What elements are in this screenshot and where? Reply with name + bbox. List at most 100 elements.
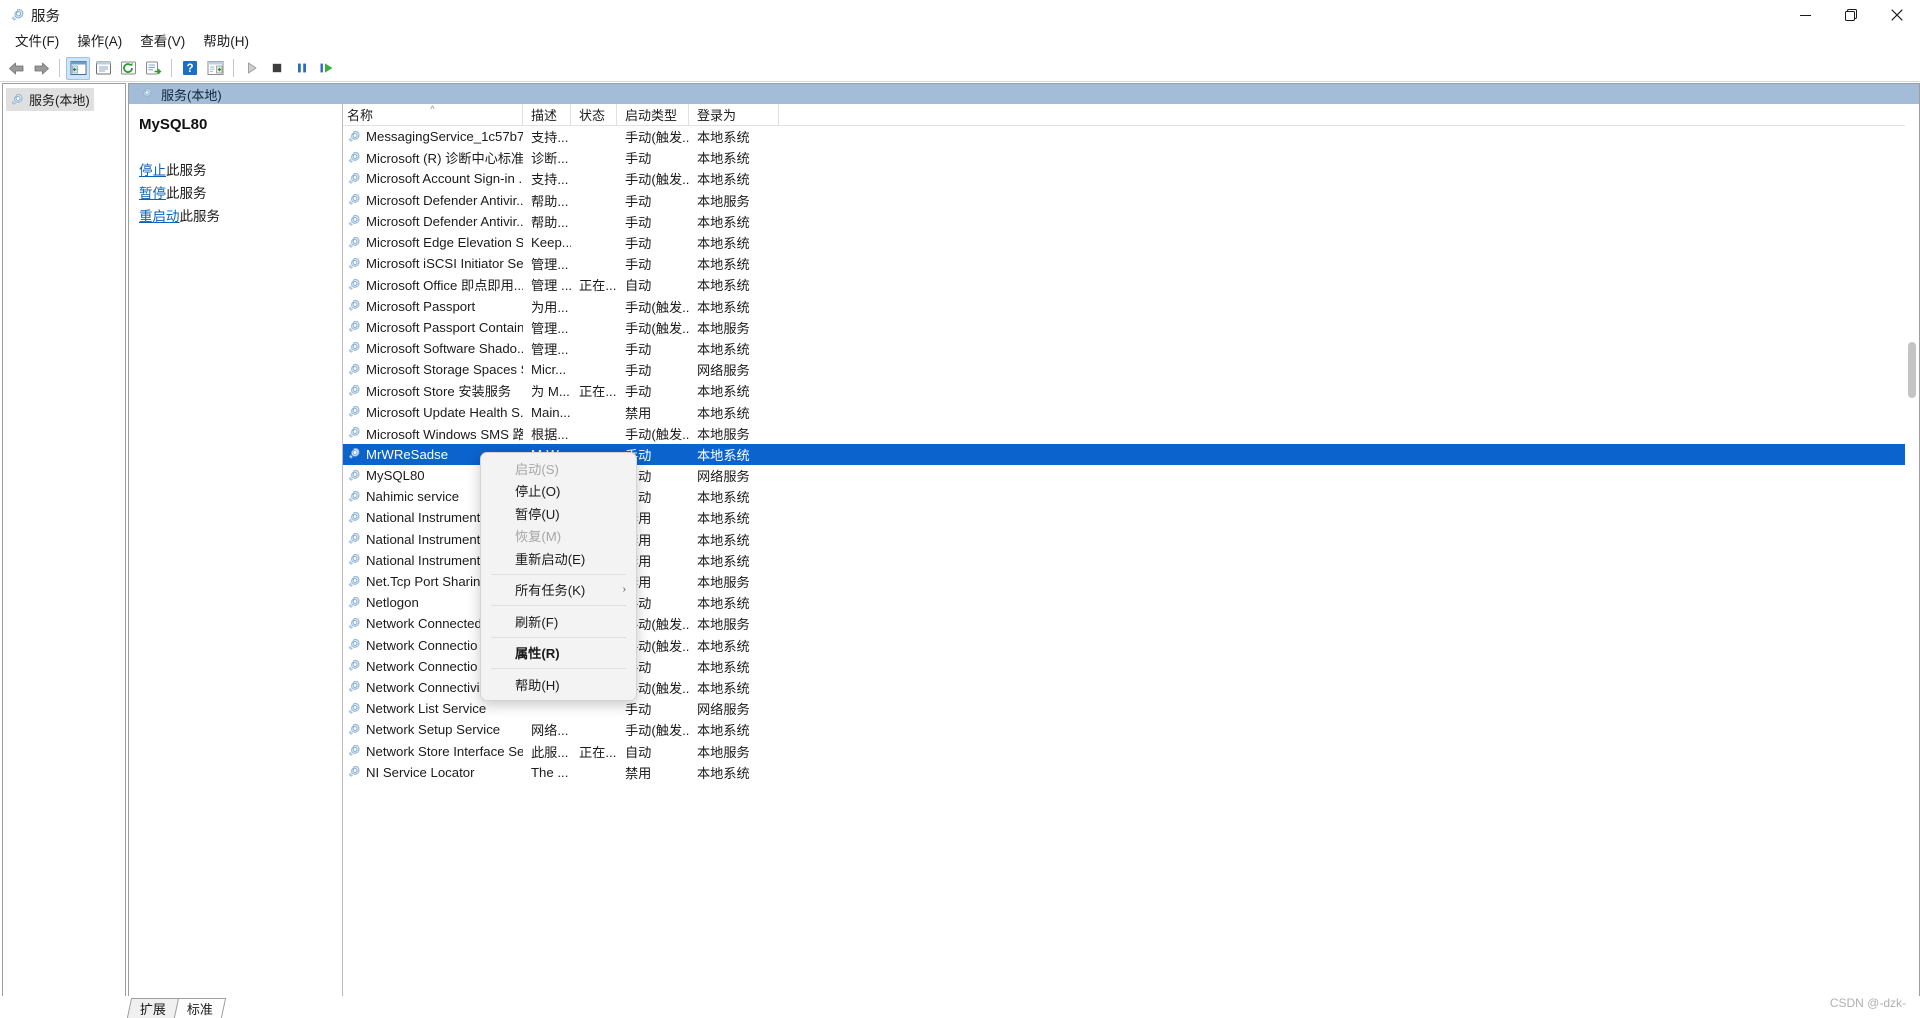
export-list-button[interactable]	[141, 57, 165, 80]
ctx-pause[interactable]: 暂停(U)	[481, 502, 636, 525]
service-row[interactable]: Microsoft Storage Spaces S... Micr... 手动 网络…	[343, 359, 1919, 380]
service-row[interactable]: Microsoft Update Health S... Main... 禁用 本地系…	[343, 401, 1919, 422]
service-detail-pane: MySQL80 停止此服务 暂停此服务 重启动此服务	[129, 104, 343, 996]
ctx-refresh[interactable]: 刷新(F)	[481, 610, 636, 633]
service-row[interactable]: Microsoft (R) 诊断中心标准... 诊断... 手动 本地系统	[343, 147, 1919, 168]
show-action-pane-button[interactable]	[203, 57, 227, 80]
service-row-name-text: Microsoft Edge Elevation S...	[366, 235, 523, 251]
service-row-startup-type: 手动	[625, 341, 652, 357]
service-context-menu[interactable]: 启动(S) 停止(O) 暂停(U) 恢复(M) 重新启动(E) 所有任务(K) › 刷新(F)…	[480, 452, 637, 701]
service-row-log-on-as: 本地服务	[697, 617, 750, 633]
restart-service-link-rest: 此服务	[179, 209, 221, 224]
service-row-startup-type: 自动	[625, 278, 652, 294]
service-row-name: Microsoft Defender Antivir...	[343, 214, 523, 229]
column-header-log-on-as[interactable]: 登录为	[689, 104, 779, 125]
tree-node-services-local[interactable]: 服务(本地)	[6, 88, 94, 111]
service-row[interactable]: Microsoft Passport 为用... 手动(触发... 本地系统	[343, 296, 1919, 317]
stop-service-button[interactable]	[265, 57, 289, 80]
service-row[interactable]: Network Setup Service 网络... 手动(触发... 本地系统	[343, 719, 1919, 740]
ctx-stop[interactable]: 停止(O)	[481, 480, 636, 503]
service-row[interactable]: Network Store Interface Se... 此服... 正在... 自…	[343, 740, 1919, 761]
service-row[interactable]: Microsoft Store 安装服务 为 M... 正在... 手动 本地系统	[343, 380, 1919, 401]
service-gear-icon	[347, 384, 361, 398]
help-button[interactable]: ?	[178, 57, 202, 80]
service-row[interactable]: Microsoft Passport Container 管理... 手动(触发..…	[343, 317, 1919, 338]
show-hide-console-tree-button[interactable]	[66, 56, 90, 80]
service-row[interactable]: Network List Service 手动 网络服务	[343, 698, 1919, 719]
detail-service-name: MySQL80	[139, 116, 208, 133]
service-row[interactable]: MessagingService_1c57b7 支持... 手动(触发... 本地系统	[343, 126, 1919, 147]
maximize-restore-button[interactable]	[1828, 0, 1874, 30]
svg-text:?: ?	[186, 63, 193, 75]
list-vertical-scrollbar[interactable]	[1905, 104, 1919, 996]
service-row-description: 管理...	[531, 341, 569, 357]
service-row[interactable]: Microsoft Windows SMS 路... 根据... 手动(触发... 本…	[343, 423, 1919, 444]
menu-help[interactable]: 帮助(H)	[194, 31, 258, 53]
service-gear-icon	[347, 469, 361, 483]
forward-button[interactable]	[29, 57, 53, 80]
service-row-startup-type: 手动	[625, 214, 652, 230]
tab-standard-label: 标准	[186, 1002, 213, 1017]
service-row-name: Microsoft iSCSI Initiator Ser...	[343, 256, 523, 271]
column-header-status[interactable]: 状态	[571, 104, 617, 125]
restart-service-link-text[interactable]: 重启动	[139, 209, 180, 224]
service-row-name: Network List Service	[343, 701, 523, 716]
service-row[interactable]: Microsoft Software Shado... 管理... 手动 本地系统	[343, 338, 1919, 359]
list-scrollbar-thumb[interactable]	[1908, 342, 1916, 398]
service-row-log-on-as: 本地系统	[697, 214, 750, 230]
service-gear-icon	[347, 553, 361, 567]
ctx-start: 启动(S)	[481, 457, 636, 480]
service-row-startup-type: 手动(触发...	[625, 172, 689, 188]
stop-service-link-text[interactable]: 停止	[139, 163, 166, 178]
service-row-description: 管理...	[531, 257, 569, 273]
service-row-log-on-as: 本地服务	[697, 744, 750, 760]
minimize-button[interactable]	[1782, 0, 1828, 30]
service-gear-icon	[347, 532, 361, 546]
column-header-name[interactable]: ^ 名称	[343, 104, 523, 125]
service-row[interactable]: Microsoft Defender Antivir... 帮助... 手动 本地服务	[343, 190, 1919, 211]
service-gear-icon	[347, 511, 361, 525]
service-row-description: 支持...	[531, 130, 569, 146]
ctx-pause-label: 暂停(U)	[515, 506, 560, 522]
service-gear-icon	[347, 723, 361, 737]
ctx-properties[interactable]: 属性(R)	[481, 642, 636, 665]
service-row[interactable]: Microsoft Defender Antivir... 帮助... 手动 本地系统	[343, 211, 1919, 232]
pause-service-button[interactable]	[290, 57, 314, 80]
start-service-button[interactable]	[240, 57, 264, 80]
service-row-log-on-as: 本地系统	[697, 596, 750, 612]
restart-service-button[interactable]	[315, 57, 339, 80]
service-gear-icon	[347, 193, 361, 207]
service-row-name: NI Service Locator	[343, 765, 523, 780]
service-row-startup-type: 手动(触发...	[625, 299, 689, 315]
ctx-all-tasks[interactable]: 所有任务(K) ›	[481, 579, 636, 602]
service-row[interactable]: Microsoft iSCSI Initiator Ser... 管理... 手动 本…	[343, 253, 1919, 274]
window-controls	[1782, 0, 1920, 30]
restart-service-link[interactable]: 重启动此服务	[139, 208, 330, 226]
tab-standard[interactable]: 标准	[173, 998, 227, 1018]
service-row-status: 正在...	[579, 384, 617, 400]
content-pane: 服务(本地) MySQL80 停止此服务 暂停此服务 重启动此服务 ^ 名称 描…	[128, 83, 1920, 997]
service-row[interactable]: Microsoft Edge Elevation S... Keep... 手动 本地…	[343, 232, 1919, 253]
pause-service-link-text[interactable]: 暂停	[139, 186, 166, 201]
menu-action[interactable]: 操作(A)	[68, 31, 131, 53]
service-row-name: Microsoft Windows SMS 路...	[343, 424, 523, 443]
tab-extended[interactable]: 扩展	[126, 998, 180, 1018]
ctx-help[interactable]: 帮助(H)	[481, 673, 636, 696]
menu-view[interactable]: 查看(V)	[131, 31, 194, 53]
column-header-startup-type[interactable]: 启动类型	[617, 104, 689, 125]
pause-service-link[interactable]: 暂停此服务	[139, 185, 330, 203]
back-button[interactable]	[4, 57, 28, 80]
service-row-log-on-as: 本地系统	[697, 532, 750, 548]
column-header-description[interactable]: 描述	[523, 104, 571, 125]
service-row[interactable]: NI Service Locator The ... 禁用 本地系统	[343, 762, 1919, 783]
menu-file[interactable]: 文件(F)	[6, 31, 68, 53]
service-row[interactable]: Microsoft Account Sign-in ... 支持... 手动(触发.…	[343, 168, 1919, 189]
service-row[interactable]: Microsoft Office 即点即用... 管理 ... 正在... 自动 本地系…	[343, 274, 1919, 295]
service-row-status: 正在...	[579, 278, 617, 294]
refresh-button[interactable]	[116, 57, 140, 80]
stop-service-link[interactable]: 停止此服务	[139, 162, 330, 180]
properties-button[interactable]	[91, 57, 115, 80]
ctx-restart[interactable]: 重新启动(E)	[481, 547, 636, 570]
close-button[interactable]	[1874, 0, 1920, 30]
toolbar-separator-2	[171, 59, 172, 77]
